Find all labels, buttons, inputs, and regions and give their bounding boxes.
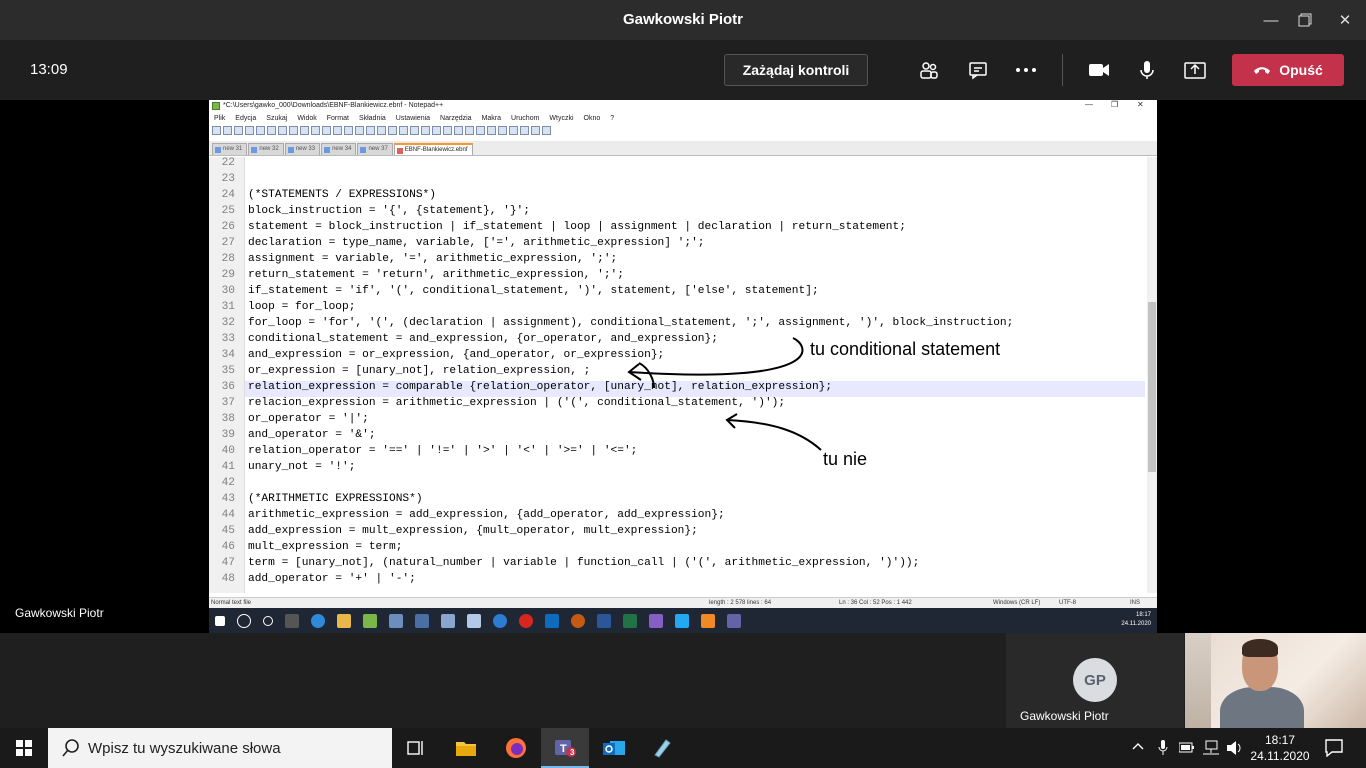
teams-window: Gawkowski Piotr — ✕ 13:09 Zażądaj kontro… <box>0 0 1366 768</box>
leave-button[interactable]: Opuść <box>1232 54 1344 86</box>
file-explorer-icon[interactable] <box>442 728 490 768</box>
annotation-conditional: tu conditional statement <box>810 339 1001 359</box>
arrow-stroke <box>638 362 655 389</box>
avatar: GP <box>1073 658 1117 702</box>
self-video <box>1185 633 1366 728</box>
title-bar: Gawkowski Piotr — ✕ <box>0 0 1366 40</box>
network-icon[interactable] <box>1202 740 1220 756</box>
chevron-up-icon[interactable] <box>1132 742 1144 750</box>
snipping-tool-icon[interactable] <box>638 728 686 768</box>
annotation-arrows <box>627 337 822 451</box>
call-toolbar: 13:09 Zażądaj kontroli Opuść <box>0 40 1366 100</box>
more-options-icon[interactable] <box>1010 54 1042 86</box>
call-duration: 13:09 <box>30 61 68 78</box>
chat-icon[interactable] <box>962 54 994 86</box>
volume-icon[interactable] <box>1226 740 1244 756</box>
windows-logo-icon <box>16 740 32 756</box>
arrow-stroke <box>628 337 804 376</box>
start-button[interactable] <box>0 728 48 768</box>
close-icon[interactable]: ✕ <box>1322 0 1366 40</box>
taskbar-clock[interactable]: 18:17 24.11.2020 <box>1250 732 1310 764</box>
search-placeholder: Wpisz tu wyszukiwane słowa <box>88 739 281 757</box>
toolbar-separator <box>1062 54 1063 86</box>
camera-icon[interactable] <box>1083 54 1115 86</box>
annotation-nie: tu nie <box>823 449 868 469</box>
person-hair <box>1242 639 1278 657</box>
search-icon <box>62 739 79 757</box>
hangup-icon <box>1254 67 1271 74</box>
microphone-icon[interactable] <box>1131 54 1163 86</box>
outlook-icon[interactable] <box>590 728 638 768</box>
microphone-tray-icon[interactable] <box>1158 740 1168 756</box>
firefox-icon[interactable] <box>492 728 540 768</box>
teams-taskbar-icon[interactable]: T 3 <box>541 728 589 768</box>
participant-name: Gawkowski Piotr <box>1020 709 1109 723</box>
share-screen-icon[interactable] <box>1179 54 1211 86</box>
request-control-button[interactable]: Zażądaj kontroli <box>724 54 868 86</box>
task-view-icon[interactable] <box>392 728 440 768</box>
person-body <box>1220 687 1304 728</box>
arrow-stroke <box>726 419 822 451</box>
clock-time: 18:17 <box>1264 733 1296 747</box>
participants-icon[interactable] <box>913 54 945 86</box>
shared-screen: *C:\Users\gawko_000\Downloads\EBNF-Blank… <box>209 100 1157 633</box>
teams-badge: 3 <box>570 748 575 757</box>
svg-text:T: T <box>560 743 567 755</box>
taskbar-search[interactable]: Wpisz tu wyszukiwane słowa <box>48 728 392 768</box>
battery-icon[interactable] <box>1179 742 1195 754</box>
presenter-name: Gawkowski Piotr <box>15 606 104 620</box>
window-title: Gawkowski Piotr <box>622 11 744 28</box>
clock-date: 24.11.2020 <box>1250 749 1310 763</box>
notifications-icon[interactable] <box>1325 739 1343 757</box>
windows-taskbar: Wpisz tu wyszukiwane słowa T 3 18:17 24.… <box>0 728 1366 768</box>
leave-label: Opuść <box>1279 62 1323 78</box>
background-shelf <box>1185 633 1211 728</box>
